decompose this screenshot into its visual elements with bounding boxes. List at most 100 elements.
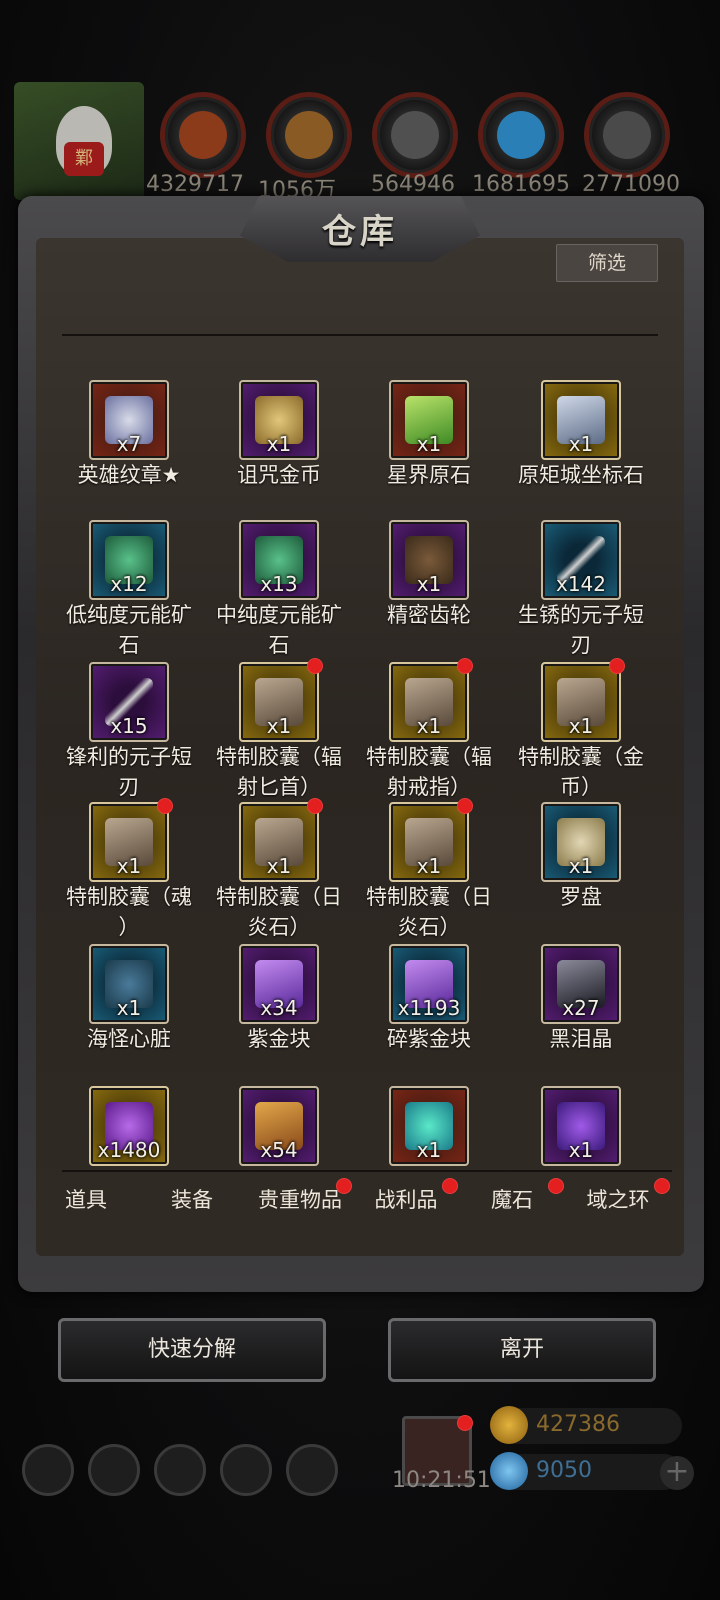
filter-button[interactable]: 筛选 bbox=[556, 244, 658, 282]
item-name: 原矩城坐标石 bbox=[518, 463, 644, 487]
item-name-line2: 刃 bbox=[570, 633, 592, 657]
item-quantity: x15 bbox=[110, 714, 148, 738]
item-cell[interactable]: x1 bbox=[352, 1086, 506, 1166]
item-cell[interactable]: x12 低纯度元能矿石 bbox=[52, 520, 206, 660]
chat-icon[interactable] bbox=[286, 1444, 338, 1496]
item-slot[interactable]: x54 bbox=[239, 1086, 319, 1166]
item-quantity: x13 bbox=[260, 572, 298, 596]
item-name: 星界原石 bbox=[387, 463, 471, 487]
item-cell[interactable]: x1 特制胶囊（日 炎石） bbox=[352, 798, 506, 942]
item-cell[interactable]: x1 特制胶囊（金 币） bbox=[504, 658, 658, 802]
medal-icon[interactable] bbox=[88, 1444, 140, 1496]
item-quantity: x1 bbox=[266, 854, 292, 878]
resource-iron[interactable] bbox=[584, 92, 670, 178]
resource-crystal[interactable] bbox=[478, 92, 564, 178]
item-cell[interactable]: x1 特制胶囊（辐 射匕首） bbox=[202, 658, 356, 802]
item-cell[interactable]: x142 生锈的元子短刃 bbox=[504, 520, 658, 660]
tab-3[interactable]: 战利品 bbox=[356, 1178, 458, 1214]
item-cell[interactable]: x1 诅咒金币 bbox=[202, 380, 356, 490]
item-name: 锋利的元子短 bbox=[66, 745, 192, 769]
item-slot[interactable]: x13 bbox=[239, 520, 319, 600]
player-avatar[interactable]: 鄴 bbox=[14, 82, 144, 200]
item-cell[interactable]: x15 锋利的元子短刃 bbox=[52, 662, 206, 802]
item-quantity: x1 bbox=[416, 854, 442, 878]
item-slot[interactable]: x1 bbox=[541, 380, 621, 460]
item-slot[interactable]: x1 bbox=[389, 1086, 469, 1166]
tab-2[interactable]: 贵重物品 bbox=[250, 1178, 352, 1214]
item-slot[interactable]: x1 bbox=[541, 802, 621, 882]
tab-4[interactable]: 魔石 bbox=[462, 1178, 564, 1214]
item-cell[interactable]: x34 紫金块 bbox=[202, 944, 356, 1054]
item-cell[interactable]: x1 海怪心脏 bbox=[52, 944, 206, 1054]
category-tabs: 道具 装备 贵重物品 战利品 魔石 域之环 bbox=[62, 1170, 672, 1232]
item-slot[interactable]: x1 bbox=[89, 944, 169, 1024]
item-name-line2: ） bbox=[118, 915, 140, 939]
shop-icon[interactable] bbox=[154, 1444, 206, 1496]
item-slot[interactable]: x1 bbox=[239, 380, 319, 460]
item-name: 紫金块 bbox=[247, 1027, 311, 1051]
item-slot[interactable]: x1 bbox=[389, 658, 473, 742]
item-cell[interactable]: x27 黑泪晶 bbox=[504, 944, 658, 1054]
item-quantity: x1 bbox=[116, 854, 142, 878]
item-cell[interactable]: x1 精密齿轮 bbox=[352, 520, 506, 630]
item-cell[interactable]: x1 原矩城坐标石 bbox=[504, 380, 658, 490]
item-slot[interactable]: x1 bbox=[541, 1086, 621, 1166]
event-timer: 10:21:51 bbox=[392, 1468, 491, 1493]
item-slot[interactable]: x1 bbox=[239, 658, 323, 742]
item-slot[interactable]: x7 bbox=[89, 380, 169, 460]
tab-label: 战利品 bbox=[374, 1188, 438, 1212]
item-cell[interactable]: x1 罗盘 bbox=[504, 802, 658, 912]
item-slot[interactable]: x27 bbox=[541, 944, 621, 1024]
item-quantity: x34 bbox=[260, 996, 298, 1020]
item-cell[interactable]: x1 星界原石 bbox=[352, 380, 506, 490]
item-name-line2: 炎石） bbox=[247, 915, 311, 939]
item-slot[interactable]: x142 bbox=[541, 520, 621, 600]
gold-coin-icon bbox=[490, 1406, 528, 1444]
tab-label: 域之环 bbox=[586, 1188, 650, 1212]
item-slot[interactable]: x12 bbox=[89, 520, 169, 600]
item-slot[interactable]: x1193 bbox=[389, 944, 469, 1024]
item-slot[interactable]: x1 bbox=[389, 798, 473, 882]
leave-button[interactable]: 离开 bbox=[388, 1318, 656, 1382]
item-quantity: x1 bbox=[416, 1138, 442, 1162]
tab-1[interactable]: 装备 bbox=[142, 1184, 242, 1214]
item-name-line2: 刃 bbox=[118, 775, 140, 799]
item-cell[interactable]: x1 特制胶囊（辐 射戒指） bbox=[352, 658, 506, 802]
add-currency-button[interactable]: + bbox=[660, 1456, 694, 1490]
item-cell[interactable]: x1 特制胶囊（日 炎石） bbox=[202, 798, 356, 942]
item-quantity: x142 bbox=[555, 572, 606, 596]
item-quantity: x1 bbox=[568, 854, 594, 878]
item-cell[interactable]: x1480 bbox=[52, 1086, 206, 1166]
item-slot[interactable]: x1 bbox=[89, 798, 173, 882]
mail-icon[interactable] bbox=[220, 1444, 272, 1496]
item-quantity: x1 bbox=[416, 714, 442, 738]
item-cell[interactable]: x1 特制胶囊（魂 ） bbox=[52, 798, 206, 942]
item-name: 英雄纹章★ bbox=[77, 463, 181, 487]
item-cell[interactable]: x1193 碎紫金块 bbox=[352, 944, 506, 1054]
item-slot[interactable]: x1480 bbox=[89, 1086, 169, 1166]
item-slot[interactable]: x1 bbox=[541, 658, 625, 742]
item-slot[interactable]: x1 bbox=[389, 520, 469, 600]
item-quantity: x7 bbox=[116, 432, 142, 456]
item-slot[interactable]: x1 bbox=[389, 380, 469, 460]
item-cell[interactable]: x13 中纯度元能矿石 bbox=[202, 520, 356, 660]
item-slot[interactable]: x15 bbox=[89, 662, 169, 742]
resource-wood[interactable] bbox=[266, 92, 352, 178]
notification-dot bbox=[442, 1178, 458, 1194]
item-name: 诅咒金币 bbox=[237, 463, 321, 487]
item-slot[interactable]: x1 bbox=[239, 798, 323, 882]
tab-0[interactable]: 道具 bbox=[36, 1184, 136, 1214]
item-slot[interactable]: x34 bbox=[239, 944, 319, 1024]
item-cell[interactable]: x1 bbox=[504, 1086, 658, 1166]
tab-5[interactable]: 域之环 bbox=[568, 1178, 670, 1214]
settings-icon[interactable] bbox=[22, 1444, 74, 1496]
item-grid[interactable]: x7 英雄纹章★ x1 诅咒金币 x1 星界原石 x1 原矩城坐标石 x12 低纯度元能矿石 x13… bbox=[52, 380, 672, 1170]
resource-meat[interactable] bbox=[160, 92, 246, 178]
item-cell[interactable]: x54 bbox=[202, 1086, 356, 1166]
quick-decompose-button[interactable]: 快速分解 bbox=[58, 1318, 326, 1382]
item-cell[interactable]: x7 英雄纹章★ bbox=[52, 380, 206, 490]
gold-counter: 427386 bbox=[490, 1406, 682, 1444]
resource-stone[interactable] bbox=[372, 92, 458, 178]
item-name-line2: 币） bbox=[560, 775, 602, 799]
gold-value: 427386 bbox=[536, 1412, 620, 1437]
